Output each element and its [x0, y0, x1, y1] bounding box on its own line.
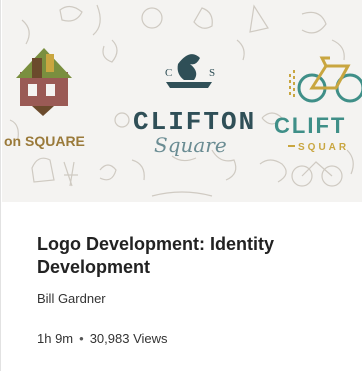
course-thumbnail[interactable]: on SQUARE C S CLIFTON Square CLIFT SQUAR [2, 0, 362, 202]
right-logo: CLIFT SQUAR [274, 56, 362, 153]
course-author: Bill Gardner [37, 291, 106, 306]
right-logo-main-text: CLIFT [274, 113, 346, 138]
center-logo-script-text: Square [154, 133, 227, 157]
course-duration: 1h 9m [37, 331, 74, 346]
course-views: 30,983 Views [89, 331, 168, 346]
course-meta: 1h 9m • 30,983 Views [37, 331, 168, 346]
center-logo-letter-s: S [209, 67, 215, 79]
right-logo-sub-text: SQUAR [298, 142, 349, 153]
meta-separator: • [79, 331, 84, 346]
center-logo-letter-c: C [165, 67, 172, 79]
course-card[interactable]: on SQUARE C S CLIFTON Square CLIFT SQUAR [0, 0, 362, 371]
thumbnail-art: on SQUARE C S CLIFTON Square CLIFT SQUAR [4, 4, 362, 197]
left-logo-text: on SQUARE [4, 133, 85, 149]
course-title[interactable]: Logo Development: Identity Development [37, 233, 347, 279]
center-logo: C S CLIFTON Square [133, 54, 254, 157]
left-logo: on SQUARE [4, 48, 85, 149]
